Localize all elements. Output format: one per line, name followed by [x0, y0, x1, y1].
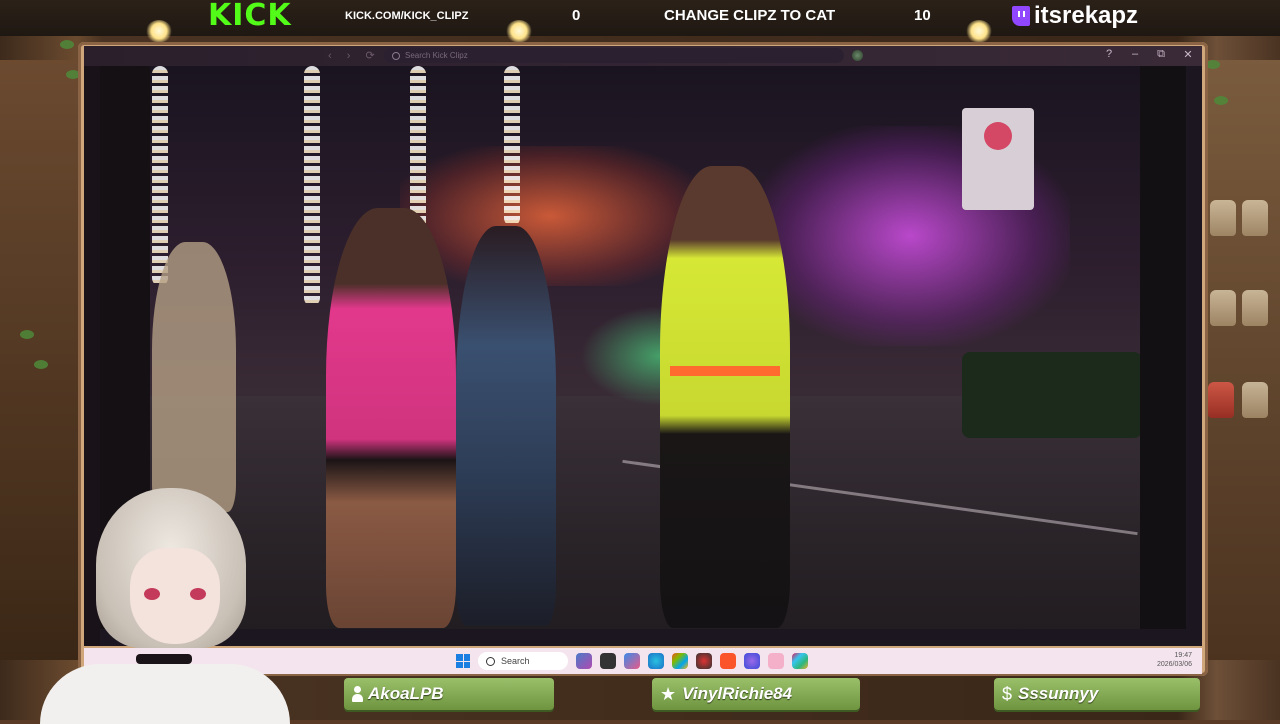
goal-current-count: 0 — [572, 7, 581, 24]
app-icon[interactable] — [600, 653, 616, 669]
search-placeholder: Search Kick Clipz — [405, 51, 468, 60]
app-icon[interactable] — [744, 653, 760, 669]
search-icon — [486, 656, 495, 666]
twitch-handle: itsrekapz — [1012, 0, 1138, 32]
minimize-button[interactable]: – — [1128, 48, 1142, 60]
bulb-icon — [146, 20, 172, 42]
nav-arrows-icon[interactable]: ‹ › ⟳ — [328, 49, 381, 62]
copilot-icon[interactable] — [624, 653, 640, 669]
stream-top-bar: KICK KICK.COM/KICK_CLIPZ 0 CHANGE CLIPZ … — [0, 0, 1280, 36]
jar — [1242, 290, 1268, 326]
recent-sub-name: VinylRichie84 — [682, 684, 793, 703]
video-person — [660, 166, 790, 628]
recent-follower-pill: AkoaLPB — [344, 678, 554, 710]
restore-button[interactable]: ⧉ — [1154, 48, 1168, 61]
app-icon[interactable] — [768, 653, 784, 669]
twitch-handle-text: itsrekapz — [1034, 2, 1139, 29]
recent-donation-name: Sssunnyy — [1018, 684, 1099, 703]
kick-url: KICK.COM/KICK_CLIPZ — [345, 10, 469, 22]
tray-date: 2026/03/06 — [1156, 661, 1192, 668]
edge-icon[interactable] — [648, 653, 664, 669]
taskbar-search-label: Search — [501, 656, 530, 666]
goal-text: CHANGE CLIPZ TO CAT — [664, 7, 836, 24]
system-tray-clock[interactable]: 19:47 2026/03/06 — [1157, 651, 1192, 669]
app-icon[interactable] — [576, 653, 592, 669]
vtuber-avatar — [40, 484, 290, 724]
tray-time: 19:47 — [1174, 652, 1192, 659]
recent-sub-pill: ★ VinylRichie84 — [652, 678, 860, 710]
jar — [1242, 200, 1268, 236]
taskbar-search[interactable]: Search — [478, 652, 568, 670]
jar — [1210, 200, 1236, 236]
brave-icon[interactable] — [720, 653, 736, 669]
video-person — [326, 208, 456, 628]
jar — [1208, 382, 1234, 418]
person-icon — [352, 686, 363, 702]
app-icon[interactable] — [696, 653, 712, 669]
recent-follower-name: AkoaLPB — [368, 684, 444, 703]
taskbar-apps: Search — [456, 652, 808, 670]
browser-titlebar: ‹ › ⟳ Search Kick Clipz ? – ⧉ ✕ — [84, 46, 1202, 66]
close-button[interactable]: ✕ — [1181, 48, 1195, 61]
jar — [1242, 382, 1268, 418]
recent-donation-pill: $ Sssunnyy — [994, 678, 1200, 710]
kick-logo: KICK — [208, 0, 292, 33]
extension-icon[interactable] — [852, 50, 863, 61]
search-icon — [392, 51, 400, 60]
dollar-icon: $ — [1002, 683, 1013, 704]
help-button[interactable]: ? — [1102, 48, 1116, 60]
no-entry-sign — [962, 108, 1034, 210]
goal-target-count: 10 — [914, 7, 931, 24]
windows-start-icon[interactable] — [456, 654, 470, 668]
video-person — [152, 242, 236, 512]
right-shelf — [1202, 60, 1280, 660]
bulb-icon — [506, 20, 532, 42]
video-person — [456, 226, 556, 626]
store-icon[interactable] — [672, 653, 688, 669]
jar — [1210, 290, 1236, 326]
browser-search-bar[interactable]: Search Kick Clipz — [384, 48, 844, 63]
twitch-icon — [1012, 6, 1030, 26]
slack-icon[interactable] — [792, 653, 808, 669]
star-icon: ★ — [660, 683, 677, 704]
bulb-icon — [966, 20, 992, 42]
